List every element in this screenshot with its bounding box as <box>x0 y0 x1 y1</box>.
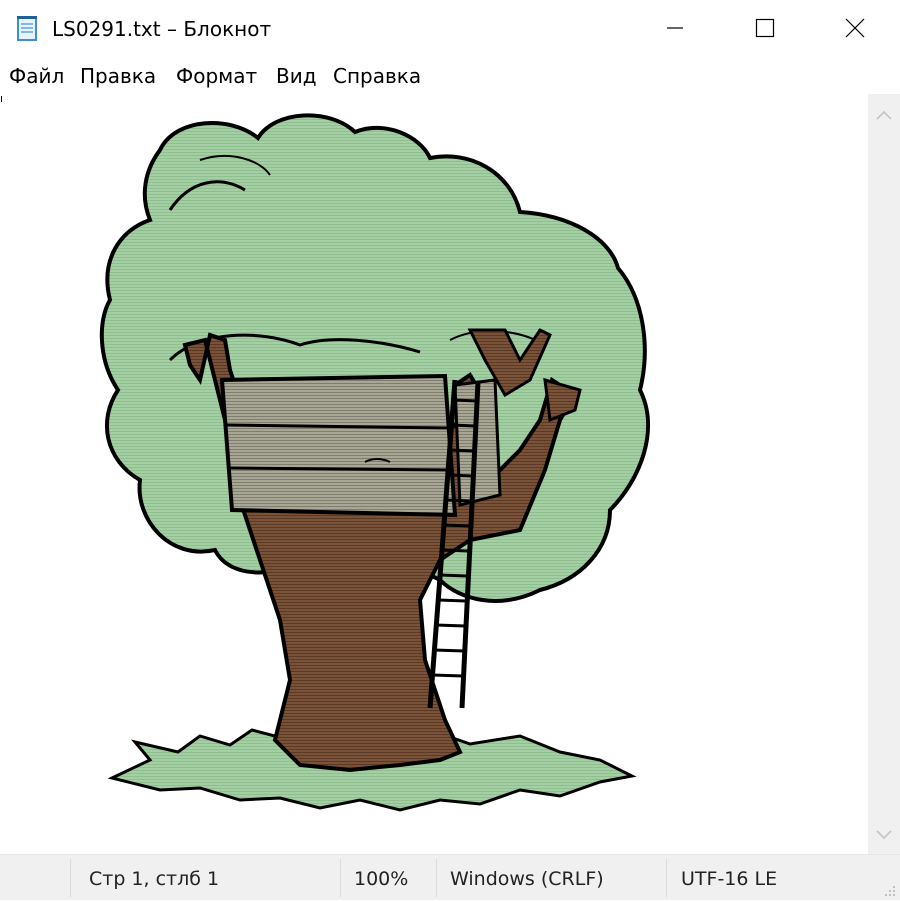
treehouse-ascii-art <box>99 113 650 812</box>
title-bar[interactable]: LS0291.txt – Блокнот <box>0 0 900 60</box>
menu-help[interactable]: Справка <box>333 64 421 88</box>
scroll-down-button[interactable] <box>868 814 900 854</box>
scroll-down-arrow-icon <box>876 825 892 844</box>
menu-file[interactable]: Файл <box>9 64 64 88</box>
text-editor[interactable] <box>0 94 868 854</box>
menu-edit[interactable]: Правка <box>80 64 156 88</box>
window-title: LS0291.txt – Блокнот <box>52 17 272 41</box>
minimize-button[interactable] <box>630 0 720 60</box>
status-bar: Стр 1, стлб 1 100% Windows (CRLF) UTF-16… <box>0 854 900 900</box>
scroll-up-button[interactable] <box>868 94 900 134</box>
status-separator <box>70 859 71 897</box>
line-endings: Windows (CRLF) <box>450 868 604 890</box>
status-separator <box>340 859 341 897</box>
scroll-up-arrow-icon <box>876 105 892 124</box>
close-button[interactable] <box>810 0 900 60</box>
minimize-icon <box>665 18 685 42</box>
status-separator <box>666 859 667 897</box>
resize-grip-icon[interactable] <box>882 882 896 896</box>
close-icon <box>844 17 866 43</box>
maximize-icon <box>755 18 775 42</box>
menu-bar: Файл Правка Формат Вид Справка <box>0 60 900 94</box>
menu-format[interactable]: Формат <box>176 64 257 88</box>
encoding: UTF-16 LE <box>681 868 778 890</box>
notepad-icon <box>12 14 42 44</box>
status-separator <box>436 859 437 897</box>
cursor-position: Стр 1, стлб 1 <box>89 868 220 890</box>
vertical-scrollbar[interactable] <box>868 94 900 854</box>
zoom-level: 100% <box>354 868 409 890</box>
maximize-button[interactable] <box>720 0 810 60</box>
menu-view[interactable]: Вид <box>276 64 317 88</box>
text-caret <box>1 96 2 102</box>
